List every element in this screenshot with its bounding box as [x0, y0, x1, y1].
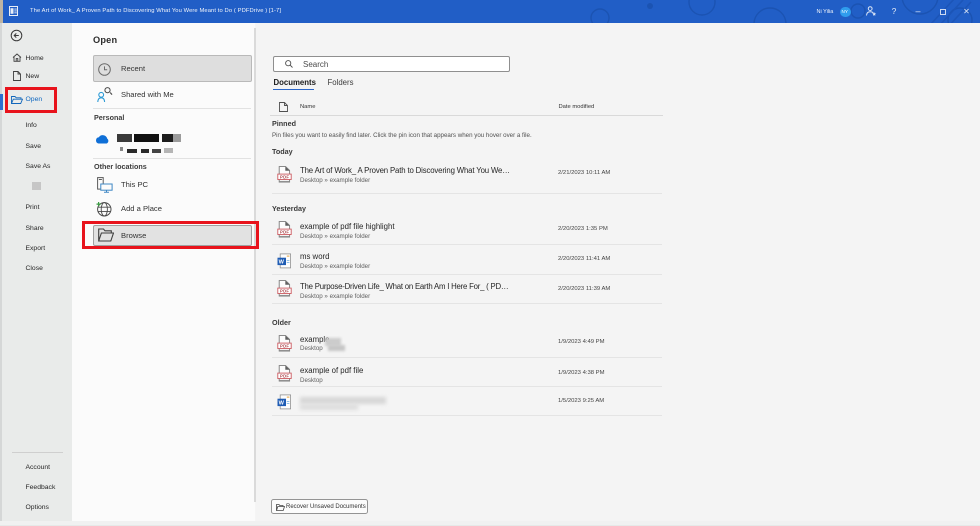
- svg-text:PDF: PDF: [280, 343, 289, 348]
- svg-text:PDF: PDF: [280, 288, 289, 293]
- svg-text:PDF: PDF: [280, 229, 289, 234]
- svg-text:W: W: [279, 400, 285, 406]
- svg-text:W: W: [279, 259, 285, 265]
- svg-text:PDF: PDF: [280, 373, 289, 378]
- svg-text:PDF: PDF: [280, 174, 289, 179]
